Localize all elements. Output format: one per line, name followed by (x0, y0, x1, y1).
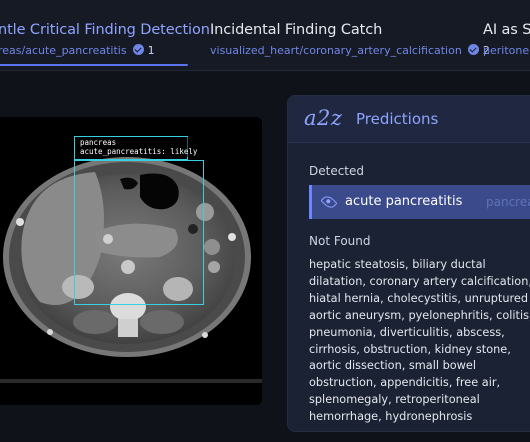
check-circle-icon (132, 44, 144, 55)
tab-title: AI as Se (483, 22, 530, 38)
annotation-organ: pancreas (80, 138, 117, 147)
annotation-label: pancreas acute_pancreatitis: likely (78, 137, 200, 157)
active-tab-underline (0, 64, 188, 66)
detected-finding-organ: pancrea (486, 195, 530, 209)
tab-critical-finding-detection[interactable]: ntle Critical Finding Detection reas/acu… (0, 0, 210, 66)
top-tab-bar: ntle Critical Finding Detection reas/acu… (0, 0, 530, 71)
tab-title: Incidental Finding Catch (210, 22, 383, 38)
not-found-label: Not Found (309, 234, 371, 248)
detected-finding-chip[interactable]: acute pancreatitis pancrea (309, 185, 530, 219)
a2z-logo: a2z (304, 106, 343, 130)
not-found-list: hepatic steatosis, biliary ductal dilata… (309, 258, 530, 424)
check-circle-icon (467, 44, 479, 55)
pancreas-bounding-box (74, 160, 204, 305)
tab-subtitle-text: visualized_heart/coronary_artery_calcifi… (210, 44, 462, 57)
tab-ai-as-second-reader[interactable]: AI as Se peritoneu (483, 0, 530, 66)
tab-incidental-finding-catch[interactable]: Incidental Finding Catch visualized_hear… (210, 0, 490, 66)
tab-subtitle: reas/acute_pancreatitis 1 (0, 44, 155, 57)
tab-count: 1 (147, 44, 155, 57)
detected-finding-label: acute pancreatitis (345, 194, 463, 209)
predictions-title: Predictions (356, 110, 439, 128)
detected-label: Detected (309, 164, 365, 178)
tab-subtitle: visualized_heart/coronary_artery_calcifi… (210, 44, 490, 57)
annotation-finding: acute_pancreatitis: likely (80, 147, 198, 156)
ct-scan-viewer[interactable] (0, 117, 262, 405)
tab-subtitle: peritoneu (483, 44, 530, 57)
predictions-header: a2z Predictions (288, 96, 530, 143)
eye-icon[interactable] (320, 193, 338, 211)
tab-subtitle-text: peritoneu (483, 44, 530, 57)
tab-title: ntle Critical Finding Detection (0, 22, 210, 38)
tab-subtitle-text: reas/acute_pancreatitis (0, 44, 127, 57)
